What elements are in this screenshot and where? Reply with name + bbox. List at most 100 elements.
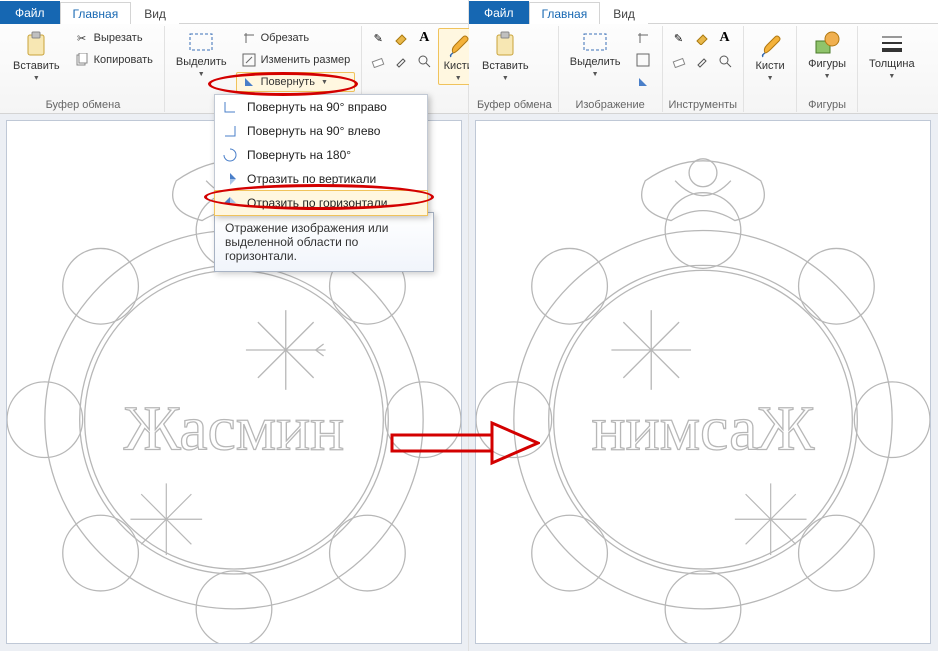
- canvas-area-right: нимсаЖ: [469, 114, 938, 651]
- flip-horizontal-icon: [221, 194, 239, 212]
- tab-bar: Файл Главная Вид: [469, 0, 938, 24]
- group-thickness: Толщина ▼: [858, 26, 926, 112]
- rotate-icon: [635, 74, 651, 90]
- eraser-tool[interactable]: [368, 51, 388, 71]
- crop-icon: [241, 30, 257, 46]
- tab-file[interactable]: Файл: [469, 1, 529, 24]
- crop-icon: [635, 30, 651, 46]
- zoom-tool[interactable]: [715, 51, 735, 71]
- flip-vertical-icon: [221, 170, 239, 188]
- tab-home[interactable]: Главная: [529, 2, 601, 24]
- cut-button[interactable]: ✂ Вырезать: [69, 28, 158, 48]
- select-button[interactable]: Выделить ▼: [565, 28, 626, 81]
- dropdown-arrow-icon: ▼: [455, 75, 462, 82]
- dropdown-arrow-icon: ▼: [592, 71, 599, 78]
- ornament-text-left: Жасмин: [124, 393, 345, 464]
- rotate-90-left-label: Повернуть на 90° влево: [247, 124, 380, 138]
- select-label: Выделить: [570, 57, 621, 69]
- dropdown-arrow-icon: ▼: [198, 71, 205, 78]
- rotate-180[interactable]: Повернуть на 180°: [215, 143, 427, 167]
- resize-icon: [241, 52, 257, 68]
- tab-view[interactable]: Вид: [600, 2, 648, 24]
- rotate-dropdown: Повернуть на 90° вправо Повернуть на 90°…: [214, 94, 428, 216]
- dropdown-arrow-icon: ▼: [888, 73, 895, 80]
- group-shapes: Фигуры ▼ Фигуры: [797, 26, 858, 112]
- group-shapes-label: Фигуры: [803, 97, 851, 112]
- dropdown-arrow-icon: ▼: [824, 73, 831, 80]
- group-clipboard-label: Буфер обмена: [477, 97, 552, 112]
- tab-file[interactable]: Файл: [0, 1, 60, 24]
- group-clipboard: Вставить ▼ ✂ Вырезать Копировать: [2, 26, 165, 112]
- group-clipboard-label: Буфер обмена: [8, 97, 158, 112]
- rotate-180-label: Повернуть на 180°: [247, 148, 351, 162]
- cut-label: Вырезать: [94, 32, 143, 44]
- crop-label: Обрезать: [261, 32, 310, 44]
- tab-bar: Файл Главная Вид: [0, 0, 468, 24]
- group-clipboard: Вставить ▼ Буфер обмена: [471, 26, 559, 112]
- rotate-90-right-label: Повернуть на 90° вправо: [247, 100, 387, 114]
- rotate-90-left[interactable]: Повернуть на 90° влево: [215, 119, 427, 143]
- dropdown-arrow-icon: ▼: [33, 75, 40, 82]
- resize-button[interactable]: [630, 50, 656, 70]
- shapes-label: Фигуры: [808, 59, 846, 71]
- rotate-180-icon: [221, 146, 239, 164]
- flip-vertical-label: Отразить по вертикали: [247, 172, 376, 186]
- shapes-button[interactable]: Фигуры ▼: [803, 28, 851, 83]
- canvas-right[interactable]: нимсаЖ: [475, 120, 931, 644]
- tooltip-text: Отражение изображения или выделенной обл…: [225, 221, 388, 263]
- rotate-left-icon: [221, 122, 239, 140]
- dropdown-arrow-icon: ▼: [321, 79, 328, 86]
- flip-vertical[interactable]: Отразить по вертикали: [215, 167, 427, 191]
- ornament-drawing-flipped: нимсаЖ: [476, 121, 930, 643]
- left-paint-window: Файл Главная Вид Вставить ▼ ✂ Вырезать: [0, 0, 469, 651]
- flip-horizontal[interactable]: Отразить по горизонтали: [214, 190, 428, 216]
- thickness-label: Толщина: [869, 59, 915, 71]
- eraser-tool[interactable]: [669, 51, 689, 71]
- picker-tool[interactable]: [692, 51, 712, 71]
- fill-tool[interactable]: [391, 28, 411, 48]
- ornament-text-right: нимсаЖ: [592, 393, 816, 464]
- rotate-button[interactable]: Повернуть ▼: [236, 72, 356, 92]
- rotate-label: Повернуть: [261, 76, 315, 88]
- rotate-90-right[interactable]: Повернуть на 90° вправо: [215, 95, 427, 119]
- right-paint-window: Файл Главная Вид Вставить ▼ Буфер обмена: [469, 0, 938, 651]
- group-brushes-label: [750, 97, 790, 112]
- crop-button[interactable]: [630, 28, 656, 48]
- pencil-tool[interactable]: ✎: [368, 28, 388, 48]
- copy-icon: [74, 52, 90, 68]
- fill-tool[interactable]: [692, 28, 712, 48]
- group-thickness-label: [864, 97, 920, 112]
- group-image-label: Изображение: [565, 97, 656, 112]
- flip-horizontal-label: Отразить по горизонтали: [247, 196, 387, 210]
- thickness-button[interactable]: Толщина ▼: [864, 28, 920, 83]
- copy-button[interactable]: Копировать: [69, 50, 158, 70]
- pencil-tool[interactable]: ✎: [669, 28, 689, 48]
- group-tools-label: Инструменты: [669, 97, 738, 112]
- resize-label: Изменить размер: [261, 54, 351, 66]
- copy-label: Копировать: [94, 54, 153, 66]
- text-tool[interactable]: A: [715, 28, 735, 48]
- dropdown-arrow-icon: ▼: [502, 75, 509, 82]
- group-image: Выделить ▼ Изображение: [559, 26, 663, 112]
- brushes-label: Кисти: [755, 61, 784, 73]
- select-button[interactable]: Выделить ▼: [171, 28, 232, 81]
- rotate-right-icon: [221, 98, 239, 116]
- paste-button[interactable]: Вставить ▼: [8, 28, 65, 85]
- resize-button[interactable]: Изменить размер: [236, 50, 356, 70]
- rotate-tooltip: Отражение изображения или выделенной обл…: [214, 212, 434, 272]
- zoom-tool[interactable]: [414, 51, 434, 71]
- dropdown-arrow-icon: ▼: [767, 75, 774, 82]
- scissors-icon: ✂: [74, 30, 90, 46]
- select-label: Выделить: [176, 57, 227, 69]
- text-tool[interactable]: A: [414, 28, 434, 48]
- tab-view[interactable]: Вид: [131, 2, 179, 24]
- group-brushes: Кисти ▼: [744, 26, 797, 112]
- brushes-button[interactable]: Кисти ▼: [750, 28, 790, 85]
- paste-button[interactable]: Вставить ▼: [477, 28, 534, 85]
- ribbon: Вставить ▼ Буфер обмена Выделить ▼: [469, 24, 938, 114]
- paste-label: Вставить: [13, 61, 60, 73]
- tab-home[interactable]: Главная: [60, 2, 132, 24]
- rotate-button[interactable]: [630, 72, 656, 92]
- crop-button[interactable]: Обрезать: [236, 28, 356, 48]
- picker-tool[interactable]: [391, 51, 411, 71]
